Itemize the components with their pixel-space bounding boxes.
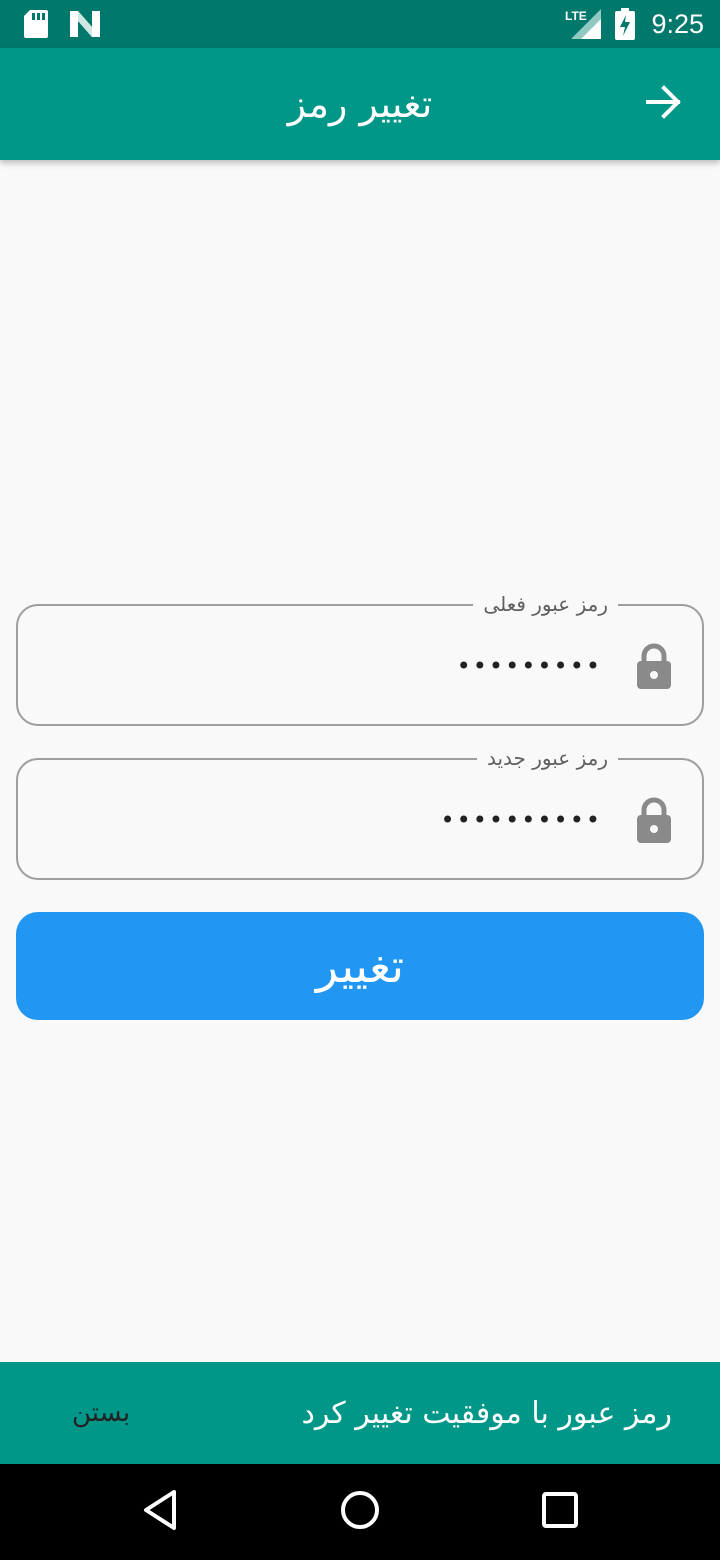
- snackbar-message: رمز عبور با موفقیت تغییر کرد: [301, 1395, 673, 1431]
- app-bar: تغییر رمز: [0, 48, 720, 160]
- status-bar: LTE 9:25: [0, 0, 720, 48]
- current-password-label: رمز عبور فعلی: [473, 591, 618, 617]
- system-nav-bar: [0, 1464, 720, 1560]
- current-password-field[interactable]: رمز عبور فعلی: [16, 591, 704, 726]
- page-title: تغییر رمز: [287, 82, 433, 126]
- triangle-back-icon: [140, 1489, 180, 1535]
- square-recents-icon: [541, 1491, 579, 1533]
- new-password-label: رمز عبور جدید: [476, 745, 618, 771]
- change-password-button[interactable]: تغییر: [16, 912, 704, 1020]
- status-clock: 9:25: [651, 8, 704, 39]
- arrow-forward-icon: [646, 84, 682, 124]
- back-button[interactable]: [636, 76, 692, 132]
- snackbar: رمز عبور با موفقیت تغییر کرد بستن: [0, 1362, 720, 1464]
- status-right-icons: LTE 9:25: [565, 8, 704, 40]
- current-password-input[interactable]: [122, 644, 602, 688]
- change-password-screen: LTE 9:25 تغییر رمز رمز عبور فعلی •••••••…: [0, 0, 720, 1560]
- nav-home-button[interactable]: [336, 1488, 384, 1536]
- snackbar-close-button[interactable]: بستن: [72, 1398, 130, 1428]
- lock-icon: [634, 642, 674, 690]
- new-password-field[interactable]: رمز عبور جدید: [16, 745, 704, 880]
- status-left-icons: [24, 10, 100, 38]
- sd-card-icon: [24, 10, 48, 38]
- lte-signal-icon: LTE: [565, 9, 605, 39]
- new-password-input[interactable]: [122, 798, 602, 842]
- nav-back-button[interactable]: [136, 1488, 184, 1536]
- lock-icon: [634, 796, 674, 844]
- svg-text:LTE: LTE: [565, 9, 587, 23]
- android-n-icon: [70, 11, 100, 37]
- battery-charging-icon: [615, 8, 636, 40]
- nav-recents-button[interactable]: [536, 1488, 584, 1536]
- circle-home-icon: [339, 1489, 381, 1535]
